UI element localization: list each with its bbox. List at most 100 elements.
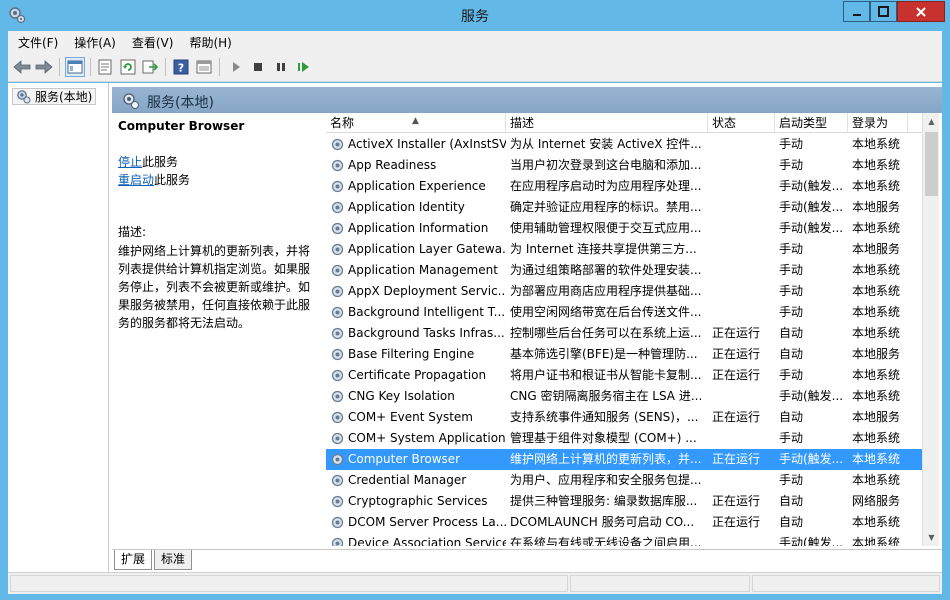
table-row[interactable]: Application Identity 确定并验证应用程序的标识。禁用... 手动… xyxy=(326,197,922,218)
table-row[interactable]: CNG Key Isolation CNG 密钥隔离服务宿主在 LSA 进... 手… xyxy=(326,386,922,407)
menu-view[interactable]: 查看(V) xyxy=(132,34,174,51)
toolbar-separator xyxy=(90,58,91,76)
scroll-down-icon: ▼ xyxy=(928,533,935,542)
table-row[interactable]: Credential Manager 为用户、应用程序和安全服务包提... 手动 本地… xyxy=(326,470,922,491)
status-segment xyxy=(570,575,750,592)
table-row[interactable]: Application Layer Gatewa... 为 Internet 连接… xyxy=(326,239,922,260)
service-name: CNG Key Isolation xyxy=(348,389,455,403)
export-button[interactable] xyxy=(140,57,160,77)
table-row[interactable]: COM+ System Application 管理基于组件对象模型 (COM+)… xyxy=(326,428,922,449)
minimize-icon xyxy=(852,13,861,16)
service-startup-type: 手动 xyxy=(779,473,804,487)
table-row[interactable]: Cryptographic Services 提供三种管理服务: 编录数据库服..… xyxy=(326,491,922,512)
service-status xyxy=(708,302,775,323)
console-tree-button[interactable] xyxy=(65,57,85,77)
close-icon xyxy=(916,6,926,17)
table-row[interactable]: Computer Browser 维护网络上计算机的更新列表，并... 正在运行 手动… xyxy=(326,449,922,470)
pause-service-button[interactable] xyxy=(271,57,291,77)
scroll-down-button[interactable]: ▼ xyxy=(923,529,940,546)
column-header-logon-as[interactable]: 登录为 xyxy=(848,113,908,133)
action-links: 停止此服务 重启动此服务 xyxy=(118,153,316,189)
table-row[interactable]: Background Tasks Infras... 控制哪些后台任务可以在系统上… xyxy=(326,323,922,344)
service-gear-icon xyxy=(330,305,345,320)
stop-service-button[interactable] xyxy=(248,57,268,77)
service-logon-as: 本地系统 xyxy=(852,284,901,298)
vertical-scrollbar[interactable]: ▲ ▼ xyxy=(922,113,939,546)
service-logon-as: 本地系统 xyxy=(852,326,901,340)
scroll-thumb[interactable] xyxy=(925,132,938,196)
table-row[interactable]: COM+ Event System 支持系统事件通知服务 (SENS)，... 正在… xyxy=(326,407,922,428)
title-bar[interactable]: 服务 xyxy=(0,0,950,31)
column-header-name[interactable]: 名称 ▲ xyxy=(326,113,506,133)
services-gear-icon xyxy=(17,90,31,104)
tree-item-services-local[interactable]: 服务(本地) xyxy=(12,88,97,105)
service-gear-icon xyxy=(330,200,345,215)
forward-button[interactable] xyxy=(34,57,54,77)
service-status xyxy=(708,239,775,260)
table-row[interactable]: App Readiness 当用户初次登录到这台电脑和添加... 手动 本地系统 xyxy=(326,155,922,176)
service-name: Application Experience xyxy=(348,179,486,193)
table-row[interactable]: DCOM Server Process La... DCOMLAUNCH 服务可启… xyxy=(326,512,922,533)
table-row[interactable]: Application Management 为通过组策略部署的软件处理安装...… xyxy=(326,260,922,281)
menu-file[interactable]: 文件(F) xyxy=(18,34,58,51)
service-description: CNG 密钥隔离服务宿主在 LSA 进... xyxy=(510,389,703,403)
service-description: 使用空闲网络带宽在后台传送文件... xyxy=(510,305,702,319)
restart-service-link[interactable]: 重启动 xyxy=(118,173,154,187)
service-startup-type: 手动(触发... xyxy=(779,452,844,466)
restart-service-button[interactable] xyxy=(294,57,314,77)
help-button[interactable]: ? xyxy=(171,57,191,77)
service-gear-icon xyxy=(330,473,345,488)
service-startup-type: 手动(触发... xyxy=(779,389,844,403)
service-status: 正在运行 xyxy=(712,494,761,508)
table-row[interactable]: Base Filtering Engine 基本筛选引擎(BFE)是一种管理防..… xyxy=(326,344,922,365)
table-row[interactable]: AppX Deployment Servic... 为部署应用商店应用程序提供基础… xyxy=(326,281,922,302)
service-name: Computer Browser xyxy=(348,452,461,466)
scroll-up-button[interactable]: ▲ xyxy=(923,113,940,130)
service-name: COM+ Event System xyxy=(348,410,473,424)
main-area: 服务(本地) 服务(本地) Computer Browser 停止此服务 重启动… xyxy=(8,83,942,572)
menu-action[interactable]: 操作(A) xyxy=(74,34,116,51)
properties-button[interactable] xyxy=(95,57,115,77)
table-row[interactable]: Certificate Propagation 将用户证书和根证书从智能卡复制..… xyxy=(326,365,922,386)
service-startup-type: 手动 xyxy=(779,137,804,151)
service-logon-as: 本地系统 xyxy=(852,137,901,151)
start-service-button[interactable] xyxy=(226,57,246,77)
maximize-button[interactable] xyxy=(870,1,897,22)
service-status xyxy=(708,260,775,281)
column-header-status[interactable]: 状态 xyxy=(708,113,775,133)
help-icon: ? xyxy=(173,59,189,75)
toolbar: ? xyxy=(8,53,942,82)
column-header-description[interactable]: 描述 xyxy=(506,113,708,133)
service-logon-as: 本地服务 xyxy=(852,410,901,424)
service-description: 当用户初次登录到这台电脑和添加... xyxy=(510,158,702,172)
tab-standard[interactable]: 标准 xyxy=(154,550,193,570)
service-description: 使用辅助管理权限便于交互式应用... xyxy=(510,221,702,235)
service-startup-type: 手动 xyxy=(779,263,804,277)
back-button[interactable] xyxy=(12,57,32,77)
service-description: 基本筛选引擎(BFE)是一种管理防... xyxy=(510,347,698,361)
service-status xyxy=(708,155,775,176)
table-row[interactable]: Application Information 使用辅助管理权限便于交互式应用..… xyxy=(326,218,922,239)
services-gear-icon xyxy=(123,93,139,109)
table-row[interactable]: Device Association Service 在系统与有线或无线设备之间启… xyxy=(326,533,922,546)
view-button[interactable] xyxy=(194,57,214,77)
console-tree: 服务(本地) xyxy=(8,83,109,572)
table-row[interactable]: Application Experience 在应用程序启动时为应用程序处理...… xyxy=(326,176,922,197)
service-description: 为从 Internet 安装 ActiveX 控件... xyxy=(510,137,702,151)
refresh-button[interactable] xyxy=(118,57,138,77)
column-header-startup-type[interactable]: 启动类型 xyxy=(775,113,848,133)
table-row[interactable]: ActiveX Installer (AxInstSV) 为从 Internet … xyxy=(326,134,922,155)
service-startup-type: 手动 xyxy=(779,158,804,172)
resume-icon xyxy=(298,62,309,72)
service-logon-as: 本地服务 xyxy=(852,347,901,361)
tab-extended[interactable]: 扩展 xyxy=(114,550,153,570)
service-rows: ActiveX Installer (AxInstSV) 为从 Internet … xyxy=(326,134,922,546)
service-status: 正在运行 xyxy=(712,347,761,361)
service-description: 为用户、应用程序和安全服务包提... xyxy=(510,473,702,487)
menu-help[interactable]: 帮助(H) xyxy=(189,34,231,51)
close-button[interactable] xyxy=(897,1,945,22)
service-startup-type: 手动 xyxy=(779,368,804,382)
minimize-button[interactable] xyxy=(843,1,870,22)
table-row[interactable]: Background Intelligent T... 使用空闲网络带宽在后台传送… xyxy=(326,302,922,323)
stop-service-link[interactable]: 停止 xyxy=(118,155,142,169)
